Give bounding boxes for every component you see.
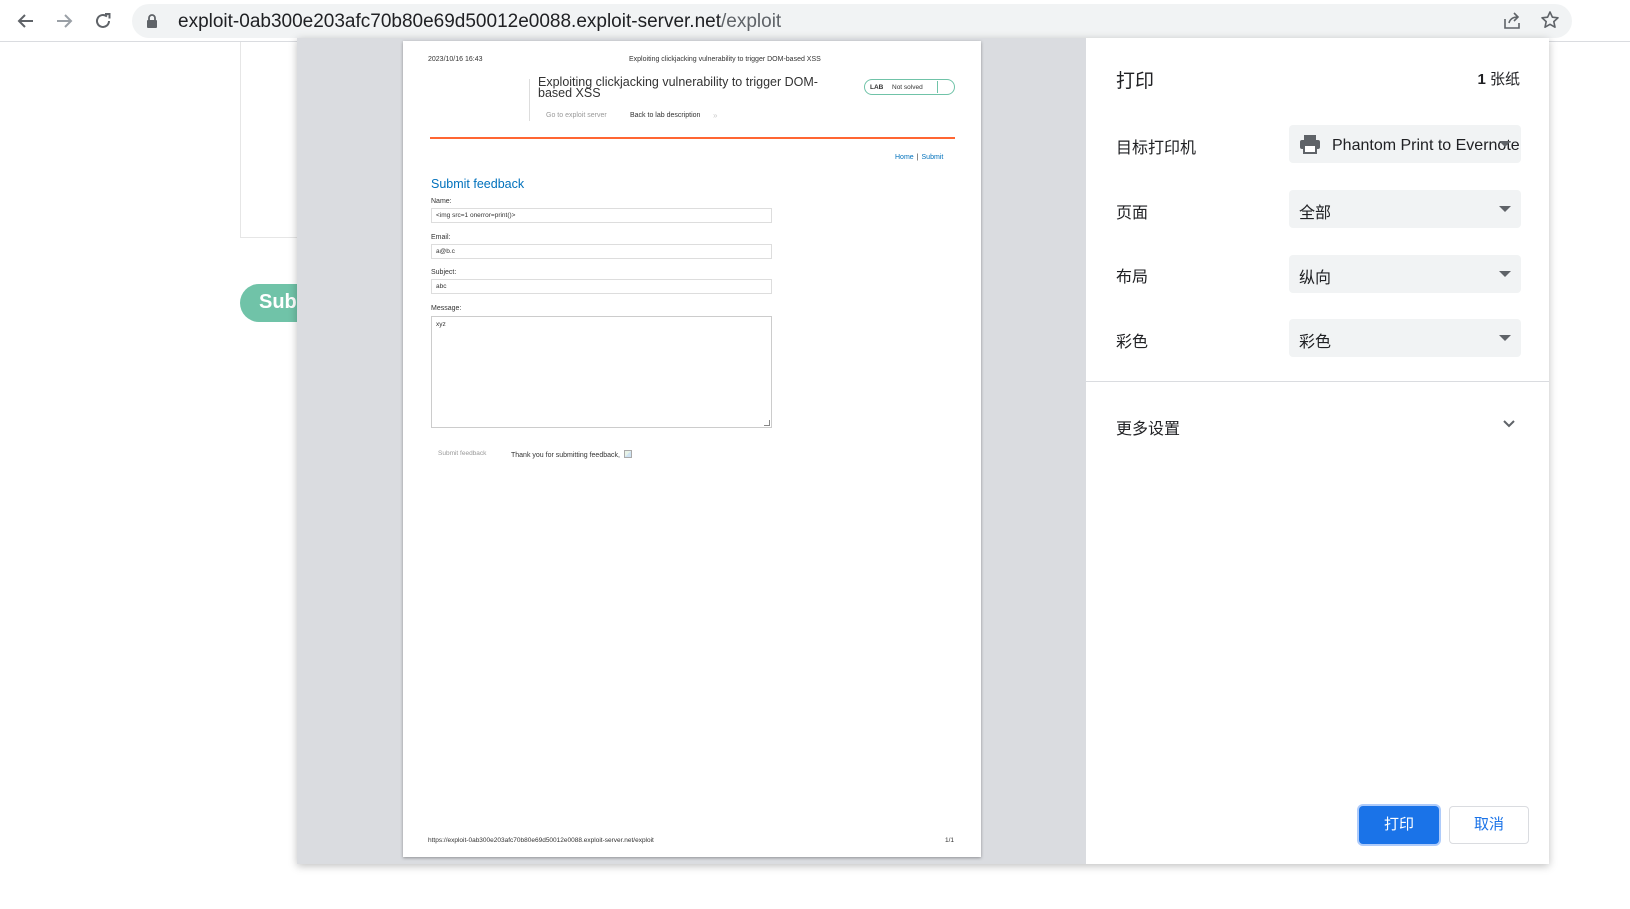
star-icon[interactable] — [1540, 10, 1560, 30]
print-preview-area: 2023/10/16 16:43 Exploiting clickjacking… — [297, 38, 1086, 864]
layout-label: 布局 — [1116, 269, 1149, 286]
email-label: Email: — [431, 234, 451, 241]
badge-separator — [937, 81, 938, 93]
background-submit-label: Sub — [259, 291, 297, 313]
address-bar[interactable]: exploit-0ab300e203afc70b80e69d50012e0088… — [132, 4, 1572, 38]
color-label: 彩色 — [1116, 334, 1149, 351]
dialog-title: 打印 — [1116, 71, 1155, 92]
arrow-right-icon — [57, 14, 73, 28]
destination-label: 目标打印机 — [1116, 140, 1197, 157]
preview-footer-page: 1/1 — [945, 837, 955, 844]
print-settings-panel: 打印 1 张纸 目标打印机 Phantom Print to Evernote … — [1086, 38, 1549, 864]
badge-lab-text: LAB — [870, 84, 884, 91]
name-label: Name: — [431, 198, 452, 205]
pages-select[interactable]: 全部 — [1289, 190, 1521, 228]
preview-page: 2023/10/16 16:43 Exploiting clickjacking… — [403, 41, 981, 857]
layout-value: 纵向 — [1299, 270, 1332, 287]
dropdown-caret-icon — [1499, 335, 1511, 341]
nav-home: Home — [895, 154, 914, 161]
dropdown-caret-icon — [1499, 141, 1511, 147]
preview-header-date: 2023/10/16 16:43 — [428, 56, 483, 63]
color-select[interactable]: 彩色 — [1289, 319, 1521, 357]
more-settings-toggle[interactable]: 更多设置 — [1116, 415, 1180, 439]
preview-divider-vertical — [529, 79, 530, 121]
destination-value: Phantom Print to Evernote — [1332, 137, 1520, 154]
sheet-count-unit: 张纸 — [1489, 71, 1520, 88]
reload-icon — [96, 13, 111, 28]
link-back-to-lab: Back to lab description — [630, 112, 701, 119]
subject-label: Subject: — [431, 269, 457, 276]
message-label: Message: — [431, 305, 462, 312]
email-field: a@b.c — [431, 244, 772, 259]
back-button[interactable] — [12, 7, 40, 35]
url-text: exploit-0ab300e203afc70b80e69d50012e0088… — [178, 11, 781, 33]
nav-submit: Submit — [921, 154, 944, 161]
color-value: 彩色 — [1299, 334, 1332, 351]
print-button[interactable]: 打印 — [1359, 806, 1439, 844]
sheet-count-number: 1 — [1477, 71, 1486, 88]
layout-select[interactable]: 纵向 — [1289, 255, 1521, 293]
printer-icon — [1300, 135, 1320, 154]
chevron-right-icon: » — [713, 111, 718, 120]
settings-divider — [1086, 381, 1549, 382]
cancel-button[interactable]: 取消 — [1449, 806, 1529, 844]
name-field: <img src=1 onerror=print()> — [431, 208, 772, 223]
preview-lab-title: Exploiting clickjacking vulnerability to… — [538, 75, 818, 100]
subject-field: abc — [431, 279, 772, 294]
nav-separator: | — [916, 154, 919, 161]
url-host: exploit-0ab300e203afc70b80e69d50012e0088… — [178, 11, 721, 32]
preview-header-title: Exploiting clickjacking vulnerability to… — [629, 56, 821, 63]
url-path: /exploit — [721, 11, 782, 32]
form-title: Submit feedback — [431, 177, 525, 191]
share-icon[interactable] — [1502, 11, 1522, 31]
lock-icon — [147, 14, 157, 28]
pages-value: 全部 — [1299, 205, 1332, 222]
link-exploit-server: Go to exploit server — [546, 112, 607, 119]
message-field: xyz — [431, 316, 772, 428]
preview-footer-url: https://exploit-0ab300e203afc70b80e69d50… — [428, 837, 654, 844]
sheet-count: 1 张纸 — [1477, 68, 1520, 89]
broken-image-icon — [623, 450, 632, 458]
resize-handle-icon — [764, 420, 770, 426]
reload-button[interactable] — [89, 7, 117, 35]
badge-status-text: Not solved — [892, 83, 923, 91]
preview-nav: Home | Submit — [895, 154, 943, 161]
thanks-message: Thank you for submitting feedback, — [511, 450, 632, 459]
dropdown-caret-icon — [1499, 271, 1511, 277]
chevron-down-icon[interactable] — [1502, 419, 1516, 429]
print-dialog: 2023/10/16 16:43 Exploiting clickjacking… — [297, 38, 1549, 864]
destination-select[interactable]: Phantom Print to Evernote — [1289, 125, 1521, 163]
dropdown-caret-icon — [1499, 206, 1511, 212]
thanks-text: Thank you for submitting feedback, — [511, 452, 620, 459]
arrow-left-icon — [17, 14, 33, 28]
lab-status-badge: LAB Not solved — [864, 79, 955, 95]
header-rule — [430, 137, 955, 139]
submit-feedback-button: Submit feedback — [438, 450, 487, 457]
browser-toolbar: exploit-0ab300e203afc70b80e69d50012e0088… — [0, 0, 1630, 42]
message-text: xyz — [436, 321, 446, 328]
pages-label: 页面 — [1116, 205, 1149, 222]
forward-button[interactable] — [50, 7, 78, 35]
